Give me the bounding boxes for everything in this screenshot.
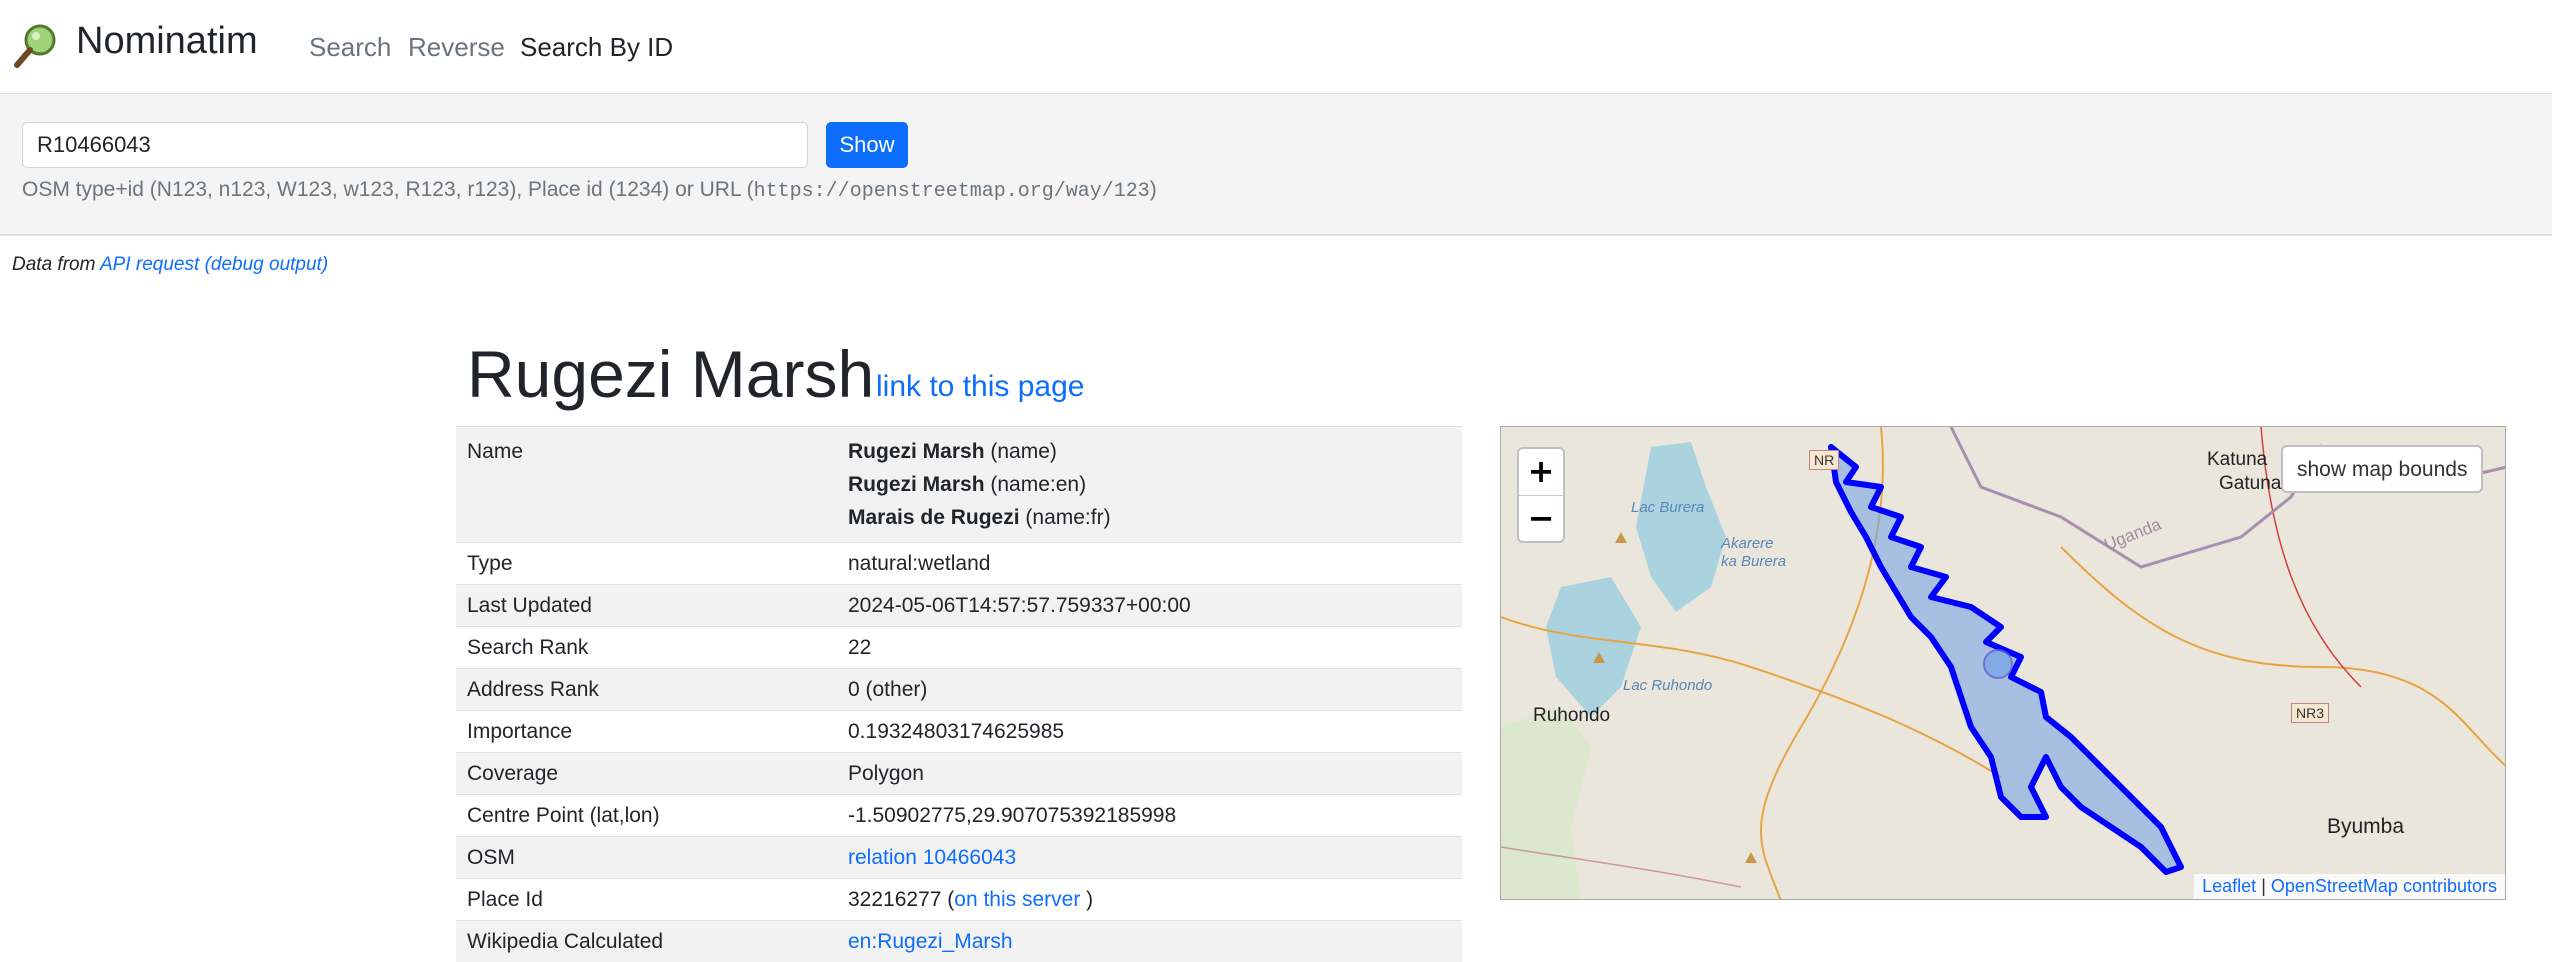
name-value: Rugezi Marsh [848, 440, 985, 463]
show-button[interactable]: Show [826, 122, 908, 168]
nav-search[interactable]: Search [309, 32, 391, 63]
api-request-link[interactable]: API request [100, 254, 199, 275]
table-row-type: Type natural:wetland [456, 543, 1462, 585]
name-value: Rugezi Marsh [848, 473, 985, 496]
table-row-search-rank: Search Rank 22 [456, 627, 1462, 669]
osm-contributors-link[interactable]: OpenStreetMap contributors [2271, 876, 2497, 896]
map-attribution: Leaflet | OpenStreetMap contributors [2194, 874, 2505, 899]
hint-url-example: https://openstreetmap.org/way/123 [754, 180, 1150, 203]
row-value: 2024-05-06T14:57:57.759337+00:00 [837, 585, 1462, 627]
row-value: en:Rugezi_Marsh [837, 921, 1462, 962]
label-lac-ruhondo: Lac Ruhondo [1623, 677, 1712, 694]
leaflet-link[interactable]: Leaflet [2202, 876, 2256, 896]
table-row-last-updated: Last Updated 2024-05-06T14:57:57.759337+… [456, 585, 1462, 627]
hint-prefix: OSM type+id (N123, n123, W123, w123, R12… [22, 178, 754, 201]
name-entry: Rugezi Marsh (name:en) [848, 468, 1451, 501]
table-row-coverage: Coverage Polygon [456, 753, 1462, 795]
row-label: Wikipedia Calculated [456, 921, 837, 962]
data-source-line: Data from API request (debug output) [12, 254, 328, 276]
table-row-place-id: Place Id 32216277 (on this server ) [456, 879, 1462, 921]
paren-open: ( [941, 888, 954, 911]
data-from-label: Data from [12, 254, 100, 275]
show-map-bounds-button[interactable]: show map bounds [2281, 445, 2483, 493]
hint-suffix: ) [1150, 178, 1157, 201]
paren-close: ) [1080, 888, 1093, 911]
magnifier-logo-icon[interactable] [12, 22, 60, 70]
nav-reverse[interactable]: Reverse [408, 32, 505, 63]
road-shield: NR [1809, 450, 1839, 470]
row-label: Type [456, 543, 837, 585]
row-label: Name [456, 427, 837, 543]
wikipedia-link[interactable]: en:Rugezi_Marsh [848, 930, 1013, 953]
row-value: -1.50902775,29.907075392185998 [837, 795, 1462, 837]
table-row-importance: Importance 0.19324803174625985 [456, 711, 1462, 753]
row-value: 32216277 (on this server ) [837, 879, 1462, 921]
table-row-centre-point: Centre Point (lat,lon) -1.50902775,29.90… [456, 795, 1462, 837]
name-tag: (name) [990, 440, 1057, 463]
label-ruhondo: Ruhondo [1533, 705, 1610, 727]
label-katuna: Katuna [2207, 449, 2267, 471]
row-label: Place Id [456, 879, 837, 921]
road-shield: NR3 [2291, 703, 2329, 723]
table-row-osm: OSM relation 10466043 [456, 837, 1462, 879]
row-value: relation 10466043 [837, 837, 1462, 879]
zoom-control: + − [1517, 447, 1565, 543]
table-row-name: Name Rugezi Marsh (name) Rugezi Marsh (n… [456, 427, 1462, 543]
debug-output-link[interactable]: (debug output) [205, 254, 329, 275]
link-to-this-page[interactable]: link to this page [876, 370, 1084, 404]
row-label: OSM [456, 837, 837, 879]
navbar: Nominatim Search Reverse Search By ID [0, 0, 2552, 94]
table-row-address-rank: Address Rank 0 (other) [456, 669, 1462, 711]
zoom-out-button[interactable]: − [1519, 496, 1563, 542]
label-akarere: Akarere [1721, 535, 1774, 552]
place-id-value: 32216277 [848, 888, 941, 911]
name-entry: Marais de Rugezi (name:fr) [848, 501, 1451, 534]
map-view[interactable]: + − show map bounds NR NR3 Katuna Gatuna… [1500, 426, 2506, 900]
name-entry: Rugezi Marsh (name) [848, 435, 1451, 468]
row-label: Centre Point (lat,lon) [456, 795, 837, 837]
name-value: Marais de Rugezi [848, 506, 1020, 529]
row-value: 0 (other) [837, 669, 1462, 711]
nav-search-by-id[interactable]: Search By ID [520, 32, 673, 63]
search-area: Show OSM type+id (N123, n123, W123, w123… [0, 94, 2552, 236]
label-byumba: Byumba [2327, 815, 2404, 839]
row-label: Search Rank [456, 627, 837, 669]
row-value: Polygon [837, 753, 1462, 795]
table-row-wikipedia: Wikipedia Calculated en:Rugezi_Marsh [456, 921, 1462, 962]
row-value: 22 [837, 627, 1462, 669]
details-table: Name Rugezi Marsh (name) Rugezi Marsh (n… [456, 426, 1462, 962]
centre-marker [1984, 650, 2012, 678]
page-title: Rugezi Marsh [467, 336, 874, 412]
id-search-input[interactable] [22, 122, 808, 168]
label-lac-burera: Lac Burera [1631, 499, 1704, 516]
name-tag: (name:fr) [1025, 506, 1110, 529]
zoom-in-button[interactable]: + [1519, 449, 1563, 496]
label-ka-burera: ka Burera [1721, 553, 1786, 570]
osm-relation-link[interactable]: relation 10466043 [848, 846, 1016, 869]
row-label: Importance [456, 711, 837, 753]
row-value: natural:wetland [837, 543, 1462, 585]
on-this-server-link[interactable]: on this server [954, 888, 1080, 911]
search-hint: OSM type+id (N123, n123, W123, w123, R12… [22, 178, 1157, 203]
name-tag: (name:en) [990, 473, 1086, 496]
row-value: 0.19324803174625985 [837, 711, 1462, 753]
row-label: Address Rank [456, 669, 837, 711]
label-gatuna: Gatuna [2219, 473, 2281, 495]
attribution-separator: | [2256, 876, 2271, 896]
row-label: Coverage [456, 753, 837, 795]
name-values: Rugezi Marsh (name) Rugezi Marsh (name:e… [837, 427, 1462, 543]
brand-name[interactable]: Nominatim [76, 20, 258, 63]
row-label: Last Updated [456, 585, 837, 627]
